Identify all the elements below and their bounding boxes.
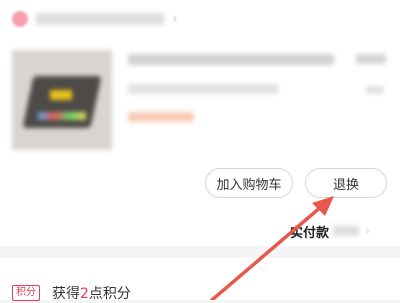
points-section: 积分 获得2点积分: [0, 258, 400, 303]
return-exchange-button[interactable]: 退换: [305, 168, 387, 198]
shop-name-blurred: [36, 13, 164, 25]
product-price-blurred: [356, 54, 386, 64]
payment-amount-blurred: [333, 226, 360, 236]
product-title-blurred[interactable]: [128, 54, 334, 65]
points-badge: 积分: [12, 285, 40, 301]
payment-row[interactable]: 实付款 ›: [290, 222, 371, 241]
chevron-right-icon: ›: [365, 223, 371, 239]
product-tag-blurred: [128, 112, 194, 122]
chevron-right-icon: ›: [172, 11, 178, 27]
shop-header[interactable]: ›: [12, 9, 178, 29]
product-thumbnail[interactable]: [12, 50, 112, 150]
product-quantity-blurred: [366, 86, 384, 94]
add-to-cart-button[interactable]: 加入购物车: [205, 168, 293, 198]
payment-label: 实付款: [290, 225, 330, 241]
points-text: 获得2点积分: [52, 283, 131, 303]
shop-icon: [12, 11, 28, 27]
order-item-card: › 加入购物车 退换 实付款 ›: [0, 0, 400, 246]
product-spec-blurred: [128, 84, 278, 94]
